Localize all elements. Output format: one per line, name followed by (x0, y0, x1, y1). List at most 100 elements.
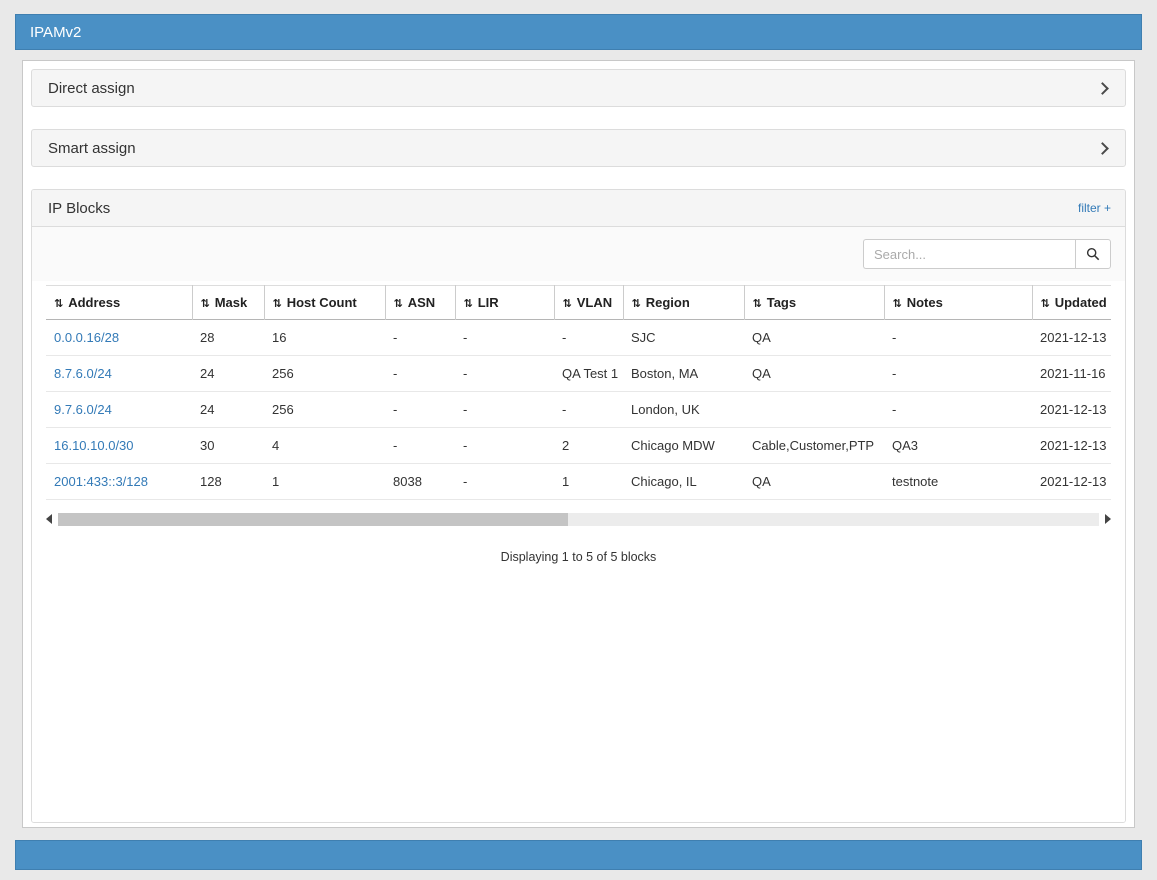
cell-vlan: 1 (554, 464, 623, 500)
column-label: VLAN (577, 295, 612, 310)
cell-notes: QA3 (884, 428, 1032, 464)
ip-blocks-body: ⇅Address⇅Mask⇅Host Count⇅ASN⇅LIR⇅VLAN⇅Re… (32, 227, 1125, 822)
address-link[interactable]: 16.10.10.0/30 (54, 438, 134, 453)
ip-blocks-heading: IP Blocks filter + (32, 190, 1125, 227)
cell-region: Chicago, IL (623, 464, 744, 500)
cell-vlan: 2 (554, 428, 623, 464)
cell-lir: - (455, 464, 554, 500)
cell-host-count: 256 (264, 392, 385, 428)
cell-address: 8.7.6.0/24 (46, 356, 192, 392)
cell-asn: - (385, 392, 455, 428)
cell-mask: 24 (192, 356, 264, 392)
column-header-mask[interactable]: ⇅Mask (192, 286, 264, 320)
cell-asn: - (385, 356, 455, 392)
column-header-host-count[interactable]: ⇅ Host Count (264, 286, 385, 320)
filter-link[interactable]: filter + (1078, 201, 1111, 215)
column-header-updated[interactable]: ⇅ Updated (1032, 286, 1111, 320)
cell-address: 16.10.10.0/30 (46, 428, 192, 464)
cell-vlan: - (554, 392, 623, 428)
sort-icon: ⇅ (1041, 298, 1050, 310)
cell-mask: 28 (192, 320, 264, 356)
column-header-tags[interactable]: ⇅Tags (744, 286, 884, 320)
chevron-right-icon (1096, 142, 1109, 155)
sort-icon: ⇅ (273, 298, 282, 310)
cell-address: 2001:433::3/128 (46, 464, 192, 500)
ip-blocks-table: ⇅Address⇅Mask⇅Host Count⇅ASN⇅LIR⇅VLAN⇅Re… (46, 285, 1111, 500)
scroll-left-icon[interactable] (46, 514, 52, 524)
table-body: 0.0.0.16/282816---SJCQA-2021-12-138.7.6.… (46, 320, 1111, 500)
cell-host-count: 16 (264, 320, 385, 356)
sort-icon: ⇅ (632, 298, 641, 310)
horizontal-scrollbar[interactable] (46, 512, 1111, 526)
table-row: 0.0.0.16/282816---SJCQA-2021-12-13 (46, 320, 1111, 356)
column-header-vlan[interactable]: ⇅ VLAN (554, 286, 623, 320)
cell-notes: - (884, 356, 1032, 392)
cell-vlan: - (554, 320, 623, 356)
page: IPAMv2 Direct assign Smart assign IP Blo… (0, 0, 1157, 880)
table-toolbar (32, 227, 1125, 281)
table-header-row: ⇅Address⇅Mask⇅Host Count⇅ASN⇅LIR⇅VLAN⇅Re… (46, 286, 1111, 320)
cell-tags: QA (744, 320, 884, 356)
address-link[interactable]: 8.7.6.0/24 (54, 366, 112, 381)
panel-smart-assign-label: Smart assign (48, 140, 136, 157)
panel-direct-assign[interactable]: Direct assign (31, 69, 1126, 107)
column-header-notes[interactable]: ⇅Notes (884, 286, 1032, 320)
app-title: IPAMv2 (30, 24, 81, 41)
table-row: 8.7.6.0/2424256--QA Test 1Boston, MAQA-2… (46, 356, 1111, 392)
cell-updated: 2021-12-13 (1032, 320, 1111, 356)
cell-address: 9.7.6.0/24 (46, 392, 192, 428)
ip-blocks-title: IP Blocks (48, 200, 110, 217)
search-button[interactable] (1075, 239, 1111, 269)
column-label: Region (646, 295, 690, 310)
panel-ip-blocks: IP Blocks filter + (31, 189, 1126, 823)
scrollbar-thumb[interactable] (58, 513, 568, 526)
cell-asn: - (385, 320, 455, 356)
panel-smart-assign[interactable]: Smart assign (31, 129, 1126, 167)
cell-lir: - (455, 320, 554, 356)
search-icon (1086, 247, 1100, 261)
scroll-right-icon[interactable] (1105, 514, 1111, 524)
column-label: Host Count (287, 295, 357, 310)
column-header-address[interactable]: ⇅Address (46, 286, 192, 320)
cell-updated: 2021-12-13 (1032, 428, 1111, 464)
cell-vlan: QA Test 1 (554, 356, 623, 392)
cell-notes: - (884, 320, 1032, 356)
sort-icon: ⇅ (753, 298, 762, 310)
cell-tags (744, 392, 884, 428)
cell-region: SJC (623, 320, 744, 356)
app-footer (15, 840, 1142, 870)
cell-host-count: 256 (264, 356, 385, 392)
search-group (863, 239, 1111, 269)
cell-tags: QA (744, 356, 884, 392)
app-header: IPAMv2 (15, 14, 1142, 50)
column-label: Notes (907, 295, 943, 310)
column-label: LIR (478, 295, 499, 310)
column-label: Address (68, 295, 120, 310)
cell-asn: 8038 (385, 464, 455, 500)
main-container: Direct assign Smart assign IP Blocks fil… (22, 60, 1135, 828)
search-input[interactable] (863, 239, 1075, 269)
sort-icon: ⇅ (563, 298, 572, 310)
cell-host-count: 4 (264, 428, 385, 464)
column-header-asn[interactable]: ⇅ASN (385, 286, 455, 320)
address-link[interactable]: 0.0.0.16/28 (54, 330, 119, 345)
address-link[interactable]: 9.7.6.0/24 (54, 402, 112, 417)
cell-updated: 2021-11-16 (1032, 356, 1111, 392)
cell-mask: 30 (192, 428, 264, 464)
cell-region: Chicago MDW (623, 428, 744, 464)
cell-updated: 2021-12-13 (1032, 392, 1111, 428)
cell-updated: 2021-12-13 (1032, 464, 1111, 500)
status-text: Displaying 1 to 5 of 5 blocks (32, 550, 1125, 564)
table-row: 9.7.6.0/2424256---London, UK-2021-12-13 (46, 392, 1111, 428)
scrollbar-track[interactable] (58, 513, 1099, 526)
cell-address: 0.0.0.16/28 (46, 320, 192, 356)
column-header-lir[interactable]: ⇅LIR (455, 286, 554, 320)
address-link[interactable]: 2001:433::3/128 (54, 474, 148, 489)
sort-icon: ⇅ (394, 298, 403, 310)
column-header-region[interactable]: ⇅ Region (623, 286, 744, 320)
cell-region: London, UK (623, 392, 744, 428)
table-row: 2001:433::3/12812818038-1Chicago, ILQAte… (46, 464, 1111, 500)
table-row: 16.10.10.0/30304--2Chicago MDWCable,Cust… (46, 428, 1111, 464)
cell-host-count: 1 (264, 464, 385, 500)
column-label: Updated (1055, 295, 1107, 310)
